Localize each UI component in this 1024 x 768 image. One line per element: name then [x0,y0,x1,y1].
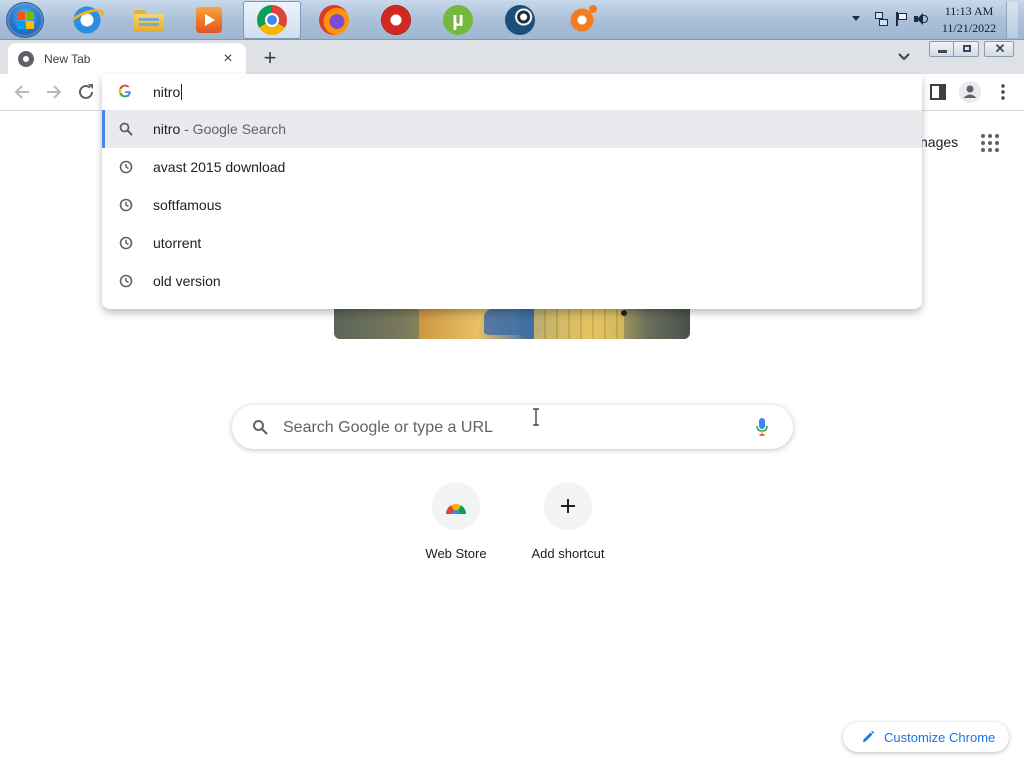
tab-title: New Tab [44,51,91,66]
ntp-search-box[interactable]: Search Google or type a URL [232,405,793,449]
suggestion-text: avast 2015 download [153,159,286,175]
search-icon [253,420,268,435]
text-cursor-icon [533,408,539,426]
suggestion-row[interactable]: utorrent [102,224,922,262]
folder-icon [134,8,164,32]
avast-icon [567,5,597,35]
suggestion-subtext: - Google Search [180,121,287,137]
search-icon [119,122,133,136]
omnibox-query: nitro [153,84,181,100]
suggestion-row[interactable]: nitro - Google Search [102,110,922,148]
taskbar-windows-explorer[interactable] [120,1,178,39]
suggestion-text: utorrent [153,235,202,251]
chrome-menu-icon[interactable] [993,82,1013,102]
taskbar-google-chrome[interactable] [243,1,301,39]
tab-strip: New Tab × + [0,40,1024,74]
system-tray: 11:13 AM 11/21/2022 [834,0,1024,40]
windows-logo-icon [17,12,35,30]
internet-explorer-icon [67,5,107,35]
windows-taskbar: µ 11:13 AM 11/21/2022 [0,0,1024,40]
google-g-icon [118,84,131,98]
shortcut-web-store[interactable]: Web Store [400,482,512,572]
suggestion-text: old version [153,273,221,289]
suggestion-text: nitro - Google Search [153,121,286,137]
plus-icon [561,499,575,513]
forward-button[interactable] [44,82,64,102]
tab-search-chevron-icon[interactable] [896,50,912,64]
add-shortcut-button[interactable]: Add shortcut [512,482,624,572]
firefox-icon [319,5,349,35]
history-icon [119,274,133,288]
chrome-favicon-icon [18,50,34,67]
taskbar-media-player[interactable] [180,1,238,39]
minimize-window-button[interactable] [929,41,955,57]
steam-icon [505,5,535,35]
show-hidden-icons-arrow-icon[interactable] [852,16,860,21]
restore-window-button[interactable] [953,41,979,57]
taskbar-avast[interactable] [553,1,611,39]
text-caret [181,84,183,100]
web-store-icon [432,482,480,530]
clock-date: 11/21/2022 [941,21,997,35]
add-icon [544,482,592,530]
google-apps-icon[interactable] [981,134,999,152]
profile-avatar-icon[interactable] [959,81,981,103]
clock-time: 11:13 AM [944,4,994,18]
history-icon [119,236,133,250]
taskbar-utorrent[interactable]: µ [429,1,487,39]
address-bar-text: nitro [153,84,183,100]
address-bar[interactable]: nitro [102,74,922,110]
shortcut-label: Web Store [425,546,487,561]
suggestion-row[interactable]: old version [102,262,922,300]
chrome-icon [257,5,287,35]
tab-close-button[interactable]: × [220,50,236,67]
back-button[interactable] [12,82,32,102]
start-button[interactable] [6,2,44,38]
suggestion-query: nitro [153,121,181,137]
volume-icon[interactable] [914,12,928,26]
history-icon [119,198,133,212]
images-link[interactable]: nages [920,134,958,150]
taskbar-firefox[interactable] [305,1,363,39]
omnibox-dropdown: nitro nitro - Google Search avast 2015 d… [102,74,922,309]
side-panel-icon[interactable] [928,82,948,102]
suggestion-row[interactable]: avast 2015 download [102,148,922,186]
history-icon [119,160,133,174]
customize-chrome-button[interactable]: Customize Chrome [843,722,1009,752]
network-icon[interactable] [874,12,888,26]
reload-button[interactable] [76,82,96,102]
new-tab-button[interactable]: + [258,47,282,71]
suggestion-text: softfamous [153,197,222,213]
taskbar-steam[interactable] [491,1,549,39]
taskbar-internet-explorer[interactable] [58,1,116,39]
utorrent-icon: µ [443,5,473,35]
taskbar-clock[interactable]: 11:13 AM 11/21/2022 [934,3,1004,37]
taskbar-ccleaner[interactable] [367,1,425,39]
show-desktop-button[interactable] [1006,2,1018,38]
suggestion-row[interactable]: softfamous [102,186,922,224]
customize-chrome-label: Customize Chrome [884,729,996,745]
tab-new-tab[interactable]: New Tab × [8,43,246,74]
action-center-flag-icon[interactable] [894,12,908,26]
pencil-icon [863,730,875,742]
shortcut-label: Add shortcut [531,546,605,561]
search-placeholder: Search Google or type a URL [283,419,493,436]
media-player-icon [196,7,222,33]
close-icon [995,44,1005,53]
close-window-button[interactable] [984,41,1014,57]
ccleaner-icon [381,5,411,35]
voice-search-mic-icon[interactable] [755,417,769,437]
